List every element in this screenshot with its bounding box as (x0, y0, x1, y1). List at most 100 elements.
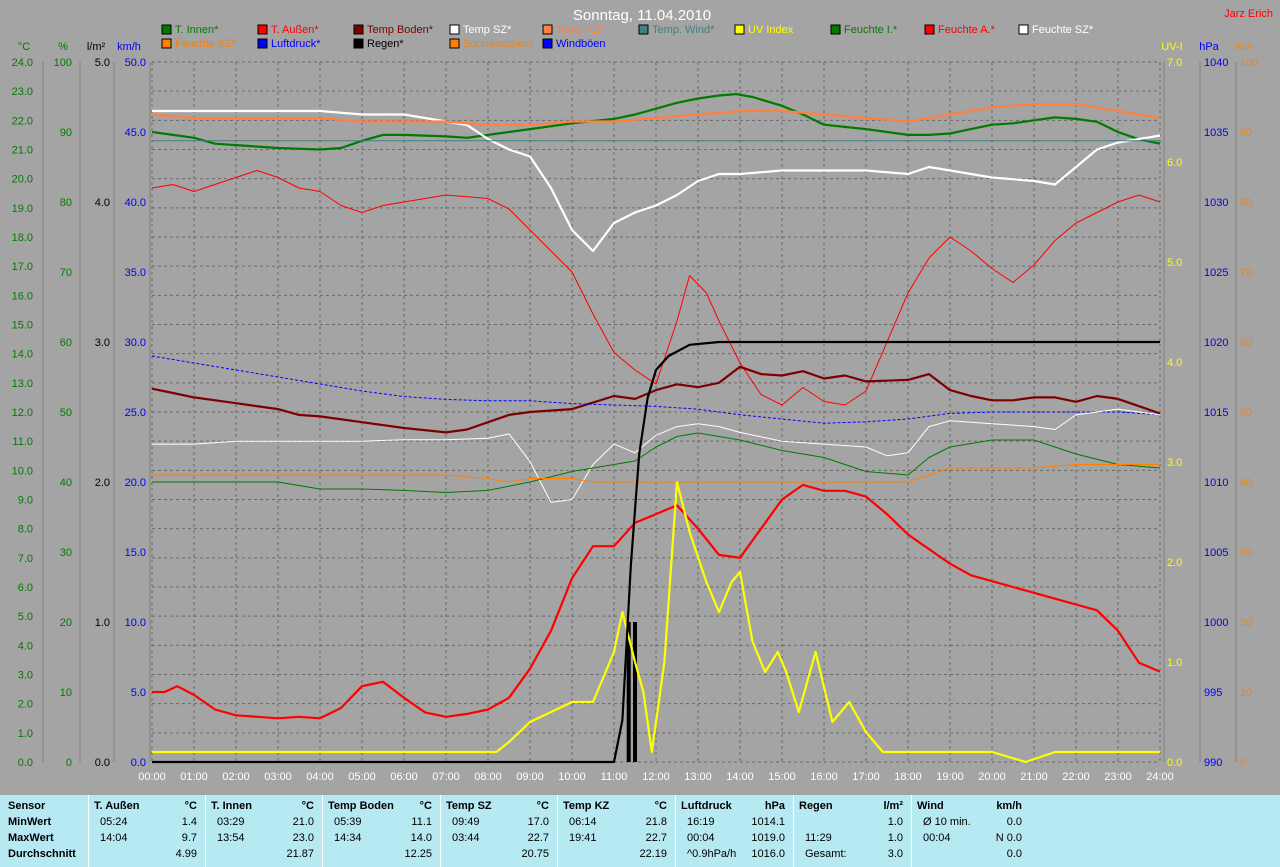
tick-label-celsius: 14.0 (12, 349, 33, 361)
tick-label-time: 03:00 (264, 771, 292, 783)
tick-label-celsius: 19.0 (12, 203, 33, 215)
tick-label-uv: 4.0 (1167, 357, 1182, 369)
tick-label-uv: 6.0 (1167, 157, 1182, 169)
stats-separator (911, 795, 912, 867)
tick-label-time: 19:00 (936, 771, 964, 783)
legend-label: Windböen (556, 38, 606, 50)
stats-value: 1019.0 (751, 832, 785, 844)
tick-label-pressure: 1030 (1204, 197, 1228, 209)
legend-label: Feuchte SZ* (1032, 24, 1094, 36)
stats-value: 09:49 (452, 816, 480, 828)
legend-label: Feuchte I.* (844, 24, 898, 36)
tick-label-percent: 100 (54, 57, 72, 69)
tick-label-time: 06:00 (390, 771, 418, 783)
tick-label-uv: 0.0 (1167, 757, 1182, 769)
stats-header: T. Außen (94, 800, 140, 812)
tick-label-celsius: 1.0 (18, 728, 33, 740)
chart: Sonntag, 11.04.2010 Jarz Erich T. Innen*… (12, 7, 1273, 783)
stats-group: Luftdruck hPa 16:19 1014.1 00:04 1019.0 ^0.9hP… (677, 799, 793, 865)
legend-label: Temp SZ* (463, 24, 512, 36)
stats-separator (322, 795, 323, 867)
tick-label-uv: 7.0 (1167, 57, 1182, 69)
tick-label-rain: 5.0 (95, 57, 110, 69)
tick-label-minutes: 0 (1240, 757, 1246, 769)
tick-label-minutes: 10 (1240, 687, 1252, 699)
tick-label-wind: 30.0 (125, 337, 146, 349)
stats-value: 1.0 (887, 816, 903, 828)
legend: T. Innen* T. Außen* Temp Boden* Temp SZ* Tem… (161, 24, 1094, 50)
tick-label-percent: 30 (60, 547, 72, 559)
legend-swatch (542, 24, 553, 35)
stats-separator (440, 795, 441, 867)
tick-label-wind: 25.0 (125, 407, 146, 419)
tick-label-time: 20:00 (978, 771, 1006, 783)
stats-value: 14:34 (334, 832, 362, 844)
chart-title: Sonntag, 11.04.2010 (573, 7, 711, 24)
stats-value: Ø 10 min. (923, 816, 971, 828)
stats-value: 22.19 (639, 848, 667, 860)
stats-value: 14:04 (100, 832, 128, 844)
legend-label: Sonnenschein (463, 38, 533, 50)
stats-value: Gesamt: (805, 848, 847, 860)
tick-label-time: 09:00 (516, 771, 544, 783)
stats-separator (793, 795, 794, 867)
stats-value: 22.7 (645, 832, 667, 844)
tick-label-celsius: 17.0 (12, 261, 33, 273)
legend-swatch (257, 38, 268, 49)
tick-label-celsius: 12.0 (12, 407, 33, 419)
tick-label-time: 21:00 (1020, 771, 1048, 783)
tick-label-minutes: 40 (1240, 477, 1252, 489)
stats-value: 1014.1 (751, 816, 785, 828)
tick-label-time: 04:00 (306, 771, 334, 783)
stats-value: 05:24 (100, 816, 128, 828)
tick-label-wind: 20.0 (125, 477, 146, 489)
tick-label-celsius: 13.0 (12, 378, 33, 390)
stats-value: 16:19 (687, 816, 715, 828)
legend-swatch (542, 38, 553, 49)
legend-swatch (830, 24, 841, 35)
legend-swatch (353, 38, 364, 49)
tick-label-pressure: 1015 (1204, 407, 1228, 419)
stats-header: T. Innen (211, 800, 252, 812)
tick-label-pressure: 1000 (1204, 617, 1228, 629)
tick-label-celsius: 6.0 (18, 582, 33, 594)
stats-header: Wind (917, 800, 944, 812)
legend-label: Temp Boden* (367, 24, 434, 36)
tick-label-pressure: 995 (1204, 687, 1222, 699)
tick-label-celsius: 15.0 (12, 320, 33, 332)
stats-value: 17.0 (527, 816, 549, 828)
tick-label-minutes: 70 (1240, 267, 1252, 279)
tick-label-pressure: 1035 (1204, 127, 1228, 139)
tick-label-percent: 0 (66, 757, 72, 769)
stats-value: 06:14 (569, 816, 597, 828)
axis-unit-minutes: min (1235, 41, 1253, 53)
legend-swatch (161, 38, 172, 49)
legend-label: Feuchte A.* (938, 24, 996, 36)
tick-label-wind: 45.0 (125, 127, 146, 139)
tick-label-percent: 20 (60, 617, 72, 629)
tick-label-minutes: 60 (1240, 337, 1252, 349)
tick-label-uv: 2.0 (1167, 557, 1182, 569)
tick-label-celsius: 4.0 (18, 640, 33, 652)
tick-label-percent: 80 (60, 197, 72, 209)
tick-label-uv: 3.0 (1167, 457, 1182, 469)
stats-header: l/m² (883, 800, 903, 812)
axis-unit-celsius: °C (18, 41, 30, 53)
tick-label-celsius: 18.0 (12, 232, 33, 244)
rain-bar (633, 622, 637, 762)
legend-label: Regen* (367, 38, 404, 50)
tick-label-pressure: 1010 (1204, 477, 1228, 489)
tick-label-rain: 3.0 (95, 337, 110, 349)
tick-label-minutes: 90 (1240, 127, 1252, 139)
legend-swatch (449, 24, 460, 35)
stats-value: 03:29 (217, 816, 245, 828)
tick-label-time: 02:00 (222, 771, 250, 783)
tick-label-celsius: 22.0 (12, 115, 33, 127)
tick-label-celsius: 20.0 (12, 174, 33, 186)
tick-label-time: 17:00 (852, 771, 880, 783)
stats-value: 13:54 (217, 832, 245, 844)
tick-label-percent: 40 (60, 477, 72, 489)
tick-label-minutes: 20 (1240, 617, 1252, 629)
row-label-avg: Durchschnitt (8, 848, 76, 860)
stats-group: T. Innen °C 03:29 21.0 13:54 23.0 21.87 (207, 799, 322, 865)
